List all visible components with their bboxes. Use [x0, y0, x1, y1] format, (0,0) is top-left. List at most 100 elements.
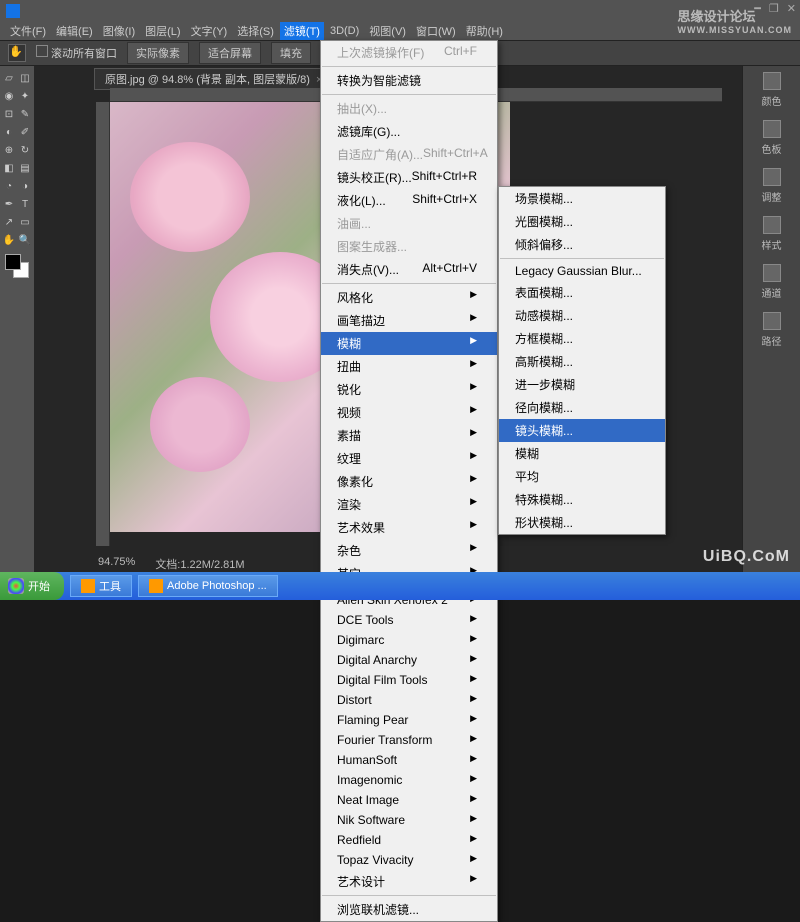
fill-screen-button[interactable]: 填充 — [271, 42, 311, 64]
panel-通道[interactable]: 通道 — [762, 264, 782, 300]
menu-item[interactable]: 平均 — [499, 465, 665, 488]
menu-item[interactable]: 表面模糊... — [499, 281, 665, 304]
menu-item[interactable]: 艺术效果▶ — [321, 516, 497, 539]
menu-item[interactable]: Flaming Pear▶ — [321, 710, 497, 730]
status-bar: 94.75% 文档:1.22M/2.81M — [98, 556, 245, 572]
zoom-tool-icon: 🔍 — [17, 232, 33, 248]
watermark-top: 思缘设计论坛WWW.MISSYUAN.COM — [678, 6, 793, 35]
menu-item[interactable]: 消失点(V)...Alt+Ctrl+V — [321, 258, 497, 281]
app-logo-icon — [6, 4, 20, 18]
panel-色板[interactable]: 色板 — [762, 120, 782, 156]
fit-screen-button[interactable]: 适合屏幕 — [199, 42, 261, 64]
menu-item[interactable]: 光圈模糊... — [499, 210, 665, 233]
menu-item[interactable]: Topaz Vivacity▶ — [321, 850, 497, 870]
menu-5[interactable]: 选择(S) — [233, 22, 278, 40]
panel-icon — [763, 216, 781, 234]
menu-item[interactable]: 径向模糊... — [499, 396, 665, 419]
panel-样式[interactable]: 样式 — [762, 216, 782, 252]
menu-item[interactable]: 渲染▶ — [321, 493, 497, 516]
menu-item[interactable]: 场景模糊... — [499, 187, 665, 210]
menu-item[interactable]: Neat Image▶ — [321, 790, 497, 810]
panel-颜色[interactable]: 颜色 — [762, 72, 782, 108]
menu-item[interactable]: 杂色▶ — [321, 539, 497, 562]
menu-item[interactable]: 浏览联机滤镜... — [321, 898, 497, 921]
eyedropper-tool-icon: ✎ — [17, 106, 33, 122]
color-swatch[interactable] — [5, 254, 29, 278]
menu-item[interactable]: Legacy Gaussian Blur... — [499, 261, 665, 281]
menu-item[interactable]: 视频▶ — [321, 401, 497, 424]
menu-item: 自适应广角(A)...Shift+Ctrl+A — [321, 143, 497, 166]
watermark-bottom: UiBQ.CoM — [703, 548, 790, 566]
menu-item[interactable]: 镜头校正(R)...Shift+Ctrl+R — [321, 166, 497, 189]
zoom-level: 94.75% — [98, 556, 135, 572]
filter-menu-dropdown[interactable]: 上次滤镜操作(F)Ctrl+F转换为智能滤镜抽出(X)...滤镜库(G)...自… — [320, 40, 498, 922]
menu-item[interactable]: 风格化▶ — [321, 286, 497, 309]
menu-0[interactable]: 文件(F) — [6, 22, 50, 40]
start-button[interactable]: 开始 — [0, 572, 64, 600]
menu-4[interactable]: 文字(Y) — [187, 22, 232, 40]
lasso-tool-icon: ◉ — [1, 88, 17, 104]
menu-item[interactable]: 艺术设计▶ — [321, 870, 497, 893]
path-tool-icon: ↗ — [1, 214, 17, 230]
panel-icon — [763, 72, 781, 90]
menu-item[interactable]: 液化(L)...Shift+Ctrl+X — [321, 189, 497, 212]
brush-tool-icon: ✐ — [17, 124, 33, 140]
menu-item: 上次滤镜操作(F)Ctrl+F — [321, 41, 497, 64]
actual-pixels-button[interactable]: 实际像素 — [127, 42, 189, 64]
menu-item[interactable]: Imagenomic▶ — [321, 770, 497, 790]
taskbar-item[interactable]: 工具 — [70, 575, 132, 597]
menu-item[interactable]: 特殊模糊... — [499, 488, 665, 511]
menu-item[interactable]: 转换为智能滤镜 — [321, 69, 497, 92]
pen-tool-icon: ✒ — [1, 196, 17, 212]
panel-路径[interactable]: 路径 — [762, 312, 782, 348]
menu-item[interactable]: Fourier Transform▶ — [321, 730, 497, 750]
menu-item[interactable]: 模糊 — [499, 442, 665, 465]
menu-item[interactable]: Distort▶ — [321, 690, 497, 710]
app-icon — [149, 579, 163, 593]
menu-item[interactable]: 模糊▶ — [321, 332, 497, 355]
toolbox[interactable]: ▱◫ ◉✦ ⊡✎ ◐✐ ⊕↻ ◧▤ ◔◑ ✒T ↗▭ ✋🔍 — [0, 66, 34, 576]
menu-item[interactable]: 像素化▶ — [321, 470, 497, 493]
menu-item[interactable]: 镜头模糊... — [499, 419, 665, 442]
menu-item[interactable]: HumanSoft▶ — [321, 750, 497, 770]
menu-item[interactable]: Digital Film Tools▶ — [321, 670, 497, 690]
menu-item[interactable]: 滤镜库(G)... — [321, 120, 497, 143]
move-tool-icon: ▱ — [1, 70, 17, 86]
menu-item[interactable]: 进一步模糊 — [499, 373, 665, 396]
panel-icon — [763, 120, 781, 138]
menu-item[interactable]: 倾斜偏移... — [499, 233, 665, 256]
menu-8[interactable]: 视图(V) — [365, 22, 410, 40]
menu-item[interactable]: 方框模糊... — [499, 327, 665, 350]
menu-item[interactable]: 动感模糊... — [499, 304, 665, 327]
menu-item[interactable]: Nik Software▶ — [321, 810, 497, 830]
menu-item[interactable]: 素描▶ — [321, 424, 497, 447]
menu-7[interactable]: 3D(D) — [326, 24, 363, 38]
heal-tool-icon: ◐ — [1, 124, 17, 140]
tool-indicator-icon[interactable]: ✋ — [8, 44, 26, 62]
menu-3[interactable]: 图层(L) — [141, 22, 184, 40]
menu-1[interactable]: 编辑(E) — [52, 22, 97, 40]
dodge-tool-icon: ◑ — [17, 178, 33, 194]
menu-6[interactable]: 滤镜(T) — [280, 22, 324, 40]
menu-item[interactable]: DCE Tools▶ — [321, 610, 497, 630]
menu-item[interactable]: Redfield▶ — [321, 830, 497, 850]
menu-item[interactable]: Digimarc▶ — [321, 630, 497, 650]
menu-9[interactable]: 窗口(W) — [412, 22, 460, 40]
scroll-all-windows[interactable]: 滚动所有窗口 — [36, 45, 117, 61]
menu-10[interactable]: 帮助(H) — [462, 22, 507, 40]
menu-item[interactable]: 纹理▶ — [321, 447, 497, 470]
menu-2[interactable]: 图像(I) — [99, 22, 139, 40]
menu-item[interactable]: Digital Anarchy▶ — [321, 650, 497, 670]
right-panels[interactable]: 颜色色板调整样式通道路径 — [742, 66, 800, 576]
taskbar-item[interactable]: Adobe Photoshop ... — [138, 575, 278, 597]
taskbar[interactable]: 开始 工具 Adobe Photoshop ... — [0, 572, 800, 600]
document-tab[interactable]: 原图.jpg @ 94.8% (背景 副本, 图层蒙版/8)× — [94, 68, 333, 90]
menu-item: 图案生成器... — [321, 235, 497, 258]
menu-item[interactable]: 锐化▶ — [321, 378, 497, 401]
menu-item[interactable]: 画笔描边▶ — [321, 309, 497, 332]
menu-item[interactable]: 高斯模糊... — [499, 350, 665, 373]
menu-item[interactable]: 扭曲▶ — [321, 355, 497, 378]
panel-调整[interactable]: 调整 — [762, 168, 782, 204]
menu-item[interactable]: 形状模糊... — [499, 511, 665, 534]
blur-submenu-dropdown[interactable]: 场景模糊...光圈模糊...倾斜偏移... Legacy Gaussian Blu… — [498, 186, 666, 535]
